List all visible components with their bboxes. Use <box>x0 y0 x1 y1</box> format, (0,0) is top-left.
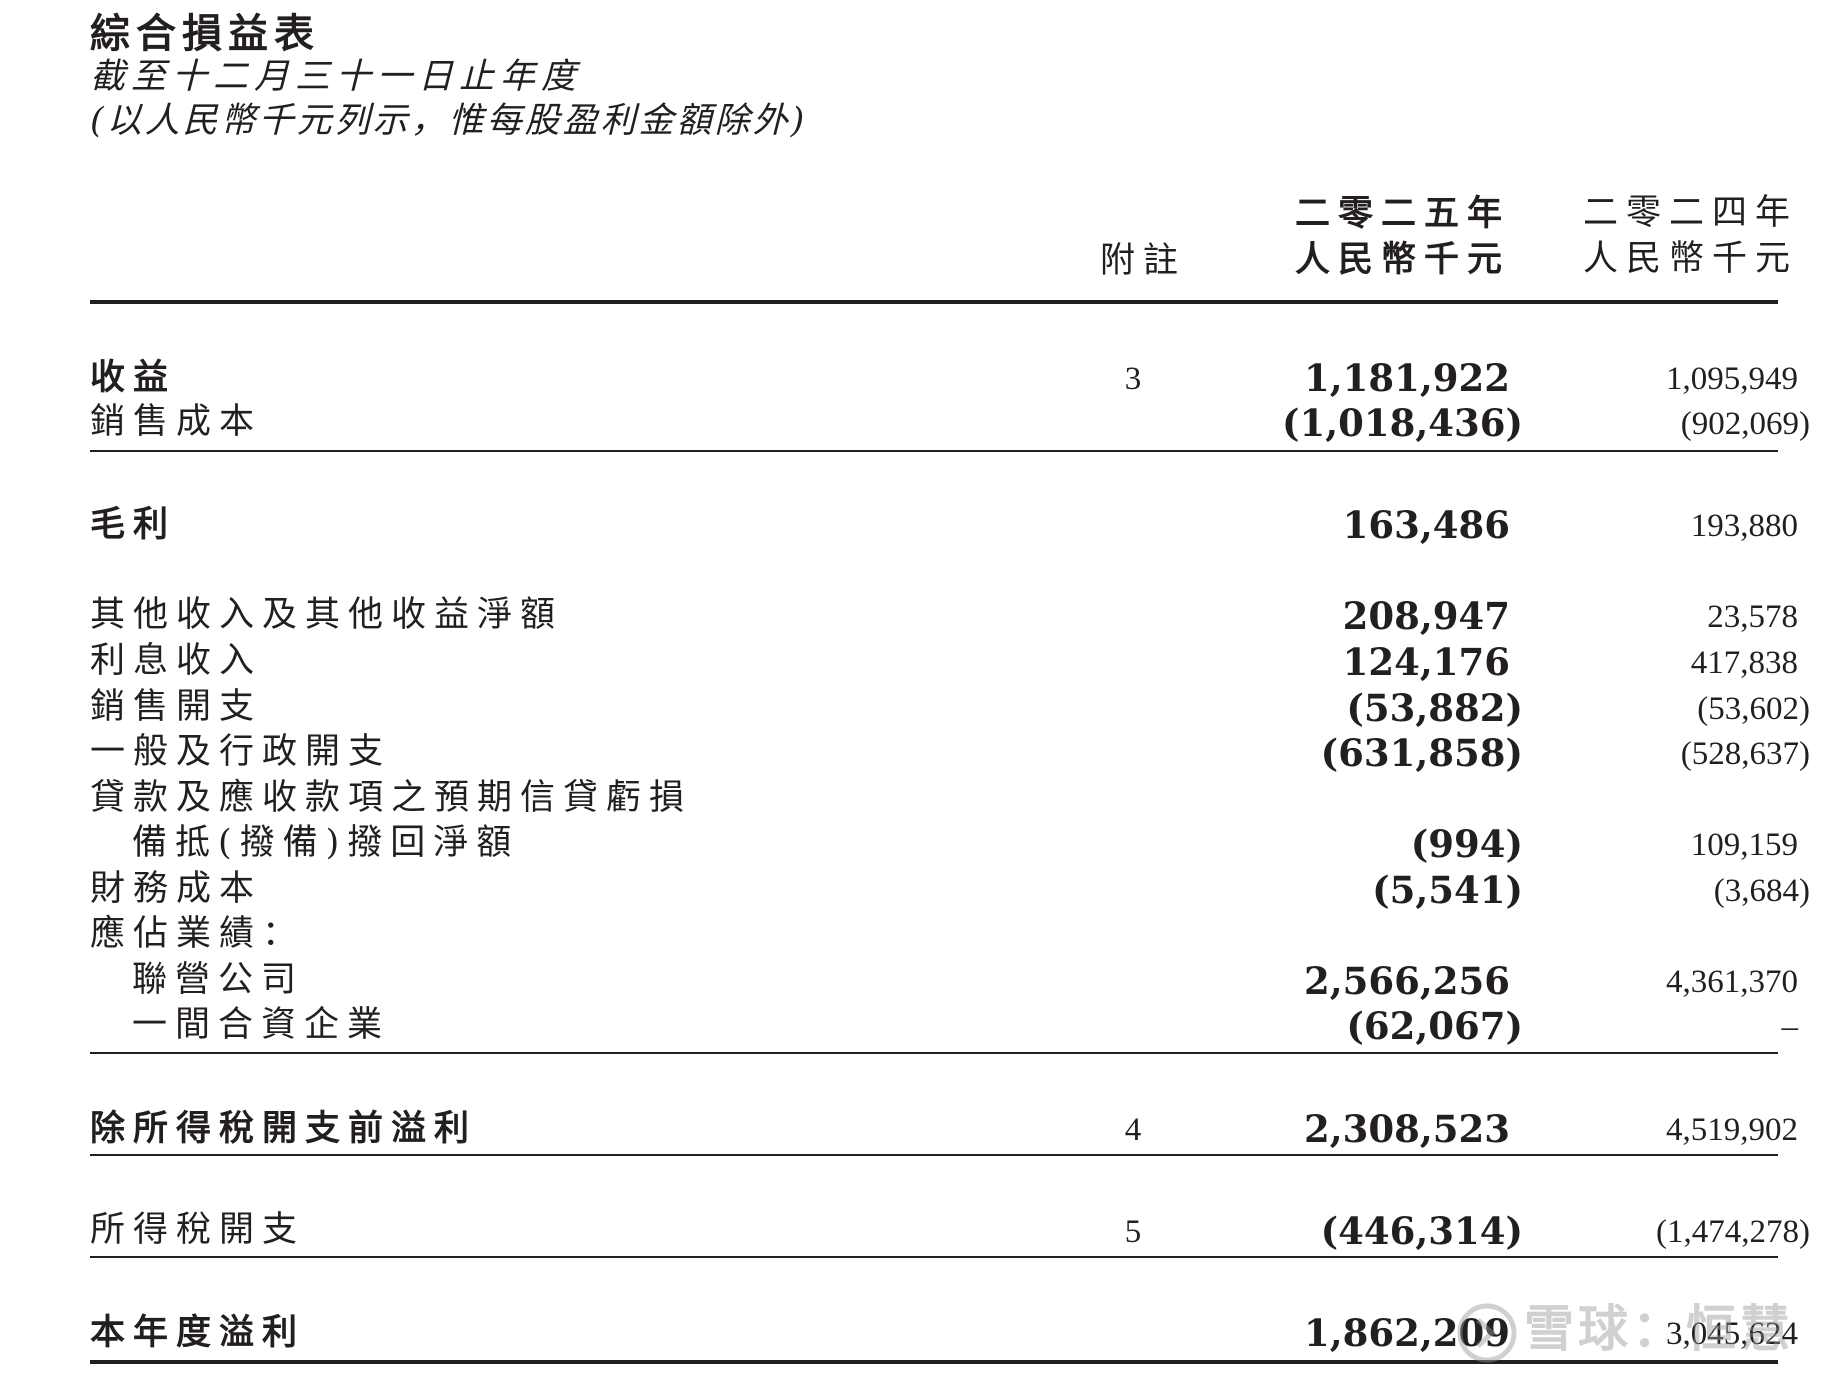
row-label-other-income: 其他收入及其他收益淨額 <box>90 595 564 635</box>
row-2025-cost-of-sales: (1,018,436) <box>1282 401 1523 445</box>
statement-title: 綜合損益表 <box>90 10 320 57</box>
row-note-income-tax: 5 <box>1124 1214 1142 1250</box>
unit-note: (以人民幣千元列示，惟每股盈利金額除外) <box>90 101 808 141</box>
row-2024-cost-of-sales: (902,069) <box>1680 406 1810 442</box>
row-2025-other-income: 208,947 <box>1342 594 1510 638</box>
row-2025-gross-profit: 163,486 <box>1342 503 1510 547</box>
header-rule <box>90 300 1778 304</box>
row-2024-income-tax: (1,474,278) <box>1656 1214 1810 1250</box>
row-2025-associates: 2,566,256 <box>1304 959 1510 1003</box>
year-2025-unit: 人民幣千元 <box>1294 239 1510 280</box>
row-2025-provision-reversal: (994) <box>1410 822 1523 866</box>
row-note-profit-before-tax: 4 <box>1124 1112 1142 1148</box>
row-label-provision-reversal: 備抵(撥備)撥回淨額 <box>132 823 520 863</box>
row-2024-revenue: 1,095,949 <box>1666 361 1798 397</box>
watermark-text: 雪球：恒慧 <box>1524 1300 1794 1358</box>
row-2025-selling-expenses: (53,882) <box>1346 686 1523 730</box>
row-label-income-tax: 所得稅開支 <box>90 1210 306 1250</box>
row-label-admin-expenses: 一般及行政開支 <box>90 732 392 772</box>
row-label-profit-for-year: 本年度溢利 <box>90 1312 306 1353</box>
row-2024-other-income: 23,578 <box>1707 599 1798 635</box>
row-label-interest-income: 利息收入 <box>90 641 263 681</box>
year-2025-header: 二零二五年 <box>1294 193 1510 234</box>
statement-period: 截至十二月三十一日止年度 <box>90 57 583 97</box>
row-2024-joint-venture: – <box>1781 1009 1799 1045</box>
row-label-associates: 聯營公司 <box>132 960 305 1000</box>
year-2024-unit: 人民幣千元 <box>1582 239 1798 279</box>
row-2024-profit-before-tax: 4,519,902 <box>1666 1112 1798 1148</box>
row-2025-income-tax: (446,314) <box>1320 1209 1523 1253</box>
row-2025-revenue: 1,181,922 <box>1304 356 1510 400</box>
row-2025-admin-expenses: (631,858) <box>1320 731 1523 775</box>
row-2024-admin-expenses: (528,637) <box>1680 736 1810 772</box>
row-label-finance-costs: 財務成本 <box>90 869 263 909</box>
row-2025-finance-costs: (5,541) <box>1372 868 1523 912</box>
year-2024-header: 二零二四年 <box>1582 193 1798 233</box>
row-2024-selling-expenses: (53,602) <box>1697 691 1810 727</box>
row-label-revenue: 收益 <box>90 357 177 398</box>
gross-profit-rule <box>90 450 1778 452</box>
row-2024-provision-reversal: 109,159 <box>1690 827 1798 863</box>
profit-rule <box>90 1256 1778 1258</box>
final-rule <box>90 1360 1778 1364</box>
row-label-expected-credit-loss: 貸款及應收款項之預期信貸虧損 <box>90 778 693 818</box>
row-label-cost-of-sales: 銷售成本 <box>90 402 263 442</box>
tax-rule <box>90 1154 1778 1156</box>
pre-tax-rule <box>90 1052 1778 1054</box>
snowball-logo-icon <box>1457 1303 1517 1363</box>
row-label-share-of-results: 應佔業績： <box>90 914 306 954</box>
row-label-profit-before-tax: 除所得稅開支前溢利 <box>90 1108 478 1149</box>
row-label-joint-venture: 一間合資企業 <box>132 1005 391 1045</box>
row-label-gross-profit: 毛利 <box>90 504 177 545</box>
row-2025-joint-venture: (62,067) <box>1346 1004 1523 1048</box>
row-note-revenue: 3 <box>1124 361 1142 397</box>
row-2025-profit-before-tax: 2,308,523 <box>1304 1107 1510 1151</box>
row-2024-gross-profit: 193,880 <box>1690 508 1798 544</box>
row-2024-interest-income: 417,838 <box>1690 645 1798 681</box>
row-2024-associates: 4,361,370 <box>1666 964 1798 1000</box>
row-2025-interest-income: 124,176 <box>1342 640 1510 684</box>
row-label-selling-expenses: 銷售開支 <box>90 687 263 727</box>
note-column-header: 附註 <box>1100 241 1187 281</box>
row-2024-finance-costs: (3,684) <box>1713 873 1810 909</box>
